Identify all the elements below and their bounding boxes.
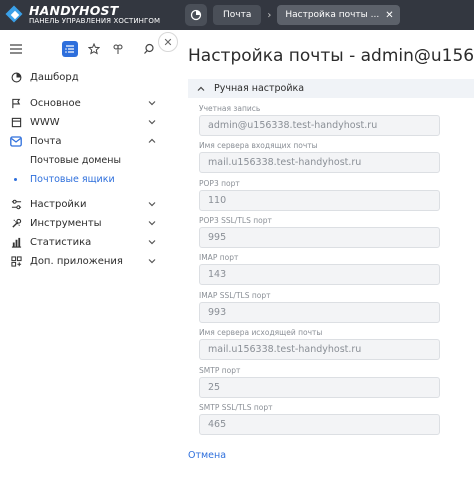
current-indicator-dot — [14, 178, 17, 181]
top-bar: HANDYHOST ПАНЕЛЬ УПРАВЛЕНИЯ ХОСТИНГОМ По… — [0, 0, 474, 30]
chevron-down-icon[interactable] — [147, 117, 157, 127]
sidebar-subitem-mailboxes[interactable]: Почтовые ящики — [0, 170, 168, 189]
chevron-down-icon[interactable] — [147, 237, 157, 247]
sidebar-toolbar — [0, 30, 168, 68]
chevron-up-icon — [197, 86, 205, 91]
field-pop3-port: POP3 порт 110 — [199, 179, 440, 211]
sidebar: Дашборд Основное WWW Почта Почтовые доме… — [0, 30, 168, 477]
apps-icon — [10, 256, 22, 268]
sidebar-subitem-mail-domains[interactable]: Почтовые домены — [0, 151, 168, 170]
page-title: Настройка почты - admin@u156338.test-han… — [188, 46, 474, 66]
flag-icon — [10, 98, 22, 110]
sidebar-item-apps[interactable]: Доп. приложения — [0, 252, 168, 271]
dashboard-icon — [10, 72, 22, 84]
account-input[interactable]: admin@u156338.test-handyhost.ru — [199, 115, 440, 136]
breadcrumb-mail-settings[interactable]: Настройка почты ... ✕ — [277, 5, 400, 25]
sidebar-item-settings[interactable]: Настройки — [0, 195, 168, 214]
logo-title: HANDYHOST — [29, 2, 119, 18]
dashboard-icon — [190, 9, 202, 21]
incoming-server-input[interactable]: mail.u156338.test-handyhost.ru — [199, 152, 440, 173]
chevron-down-icon[interactable] — [147, 256, 157, 266]
pin-icon[interactable] — [110, 41, 126, 57]
pop3-port-input[interactable]: 110 — [199, 190, 440, 211]
section-manual-settings[interactable]: Ручная настройка — [188, 79, 474, 98]
chevron-down-icon[interactable] — [147, 199, 157, 209]
field-imap-ssl-port: IMAP SSL/TLS порт 993 — [199, 291, 440, 323]
sidebar-item-statistics[interactable]: Статистика — [0, 233, 168, 252]
logo-mark-icon — [5, 5, 24, 24]
stats-icon — [10, 237, 22, 249]
imap-ssl-port-input[interactable]: 993 — [199, 302, 440, 323]
field-pop3-ssl-port: POP3 SSL/TLS порт 995 — [199, 216, 440, 248]
mail-icon — [10, 136, 22, 148]
sidebar-item-mail[interactable]: Почта — [0, 132, 168, 151]
field-incoming-server: Имя сервера входящих почты mail.u156338.… — [199, 141, 440, 173]
imap-port-input[interactable]: 143 — [199, 264, 440, 285]
logo[interactable]: HANDYHOST ПАНЕЛЬ УПРАВЛЕНИЯ ХОСТИНГОМ — [0, 2, 185, 26]
logo-subtitle: ПАНЕЛЬ УПРАВЛЕНИЯ ХОСТИНГОМ — [29, 17, 161, 26]
search-icon[interactable] — [141, 41, 157, 57]
tools-icon — [10, 218, 22, 230]
breadcrumb-separator-icon: › — [267, 9, 272, 21]
pop3-ssl-port-input[interactable]: 995 — [199, 227, 440, 248]
sidebar-item-dashboard[interactable]: Дашборд — [0, 68, 168, 87]
field-account: Учетная запись admin@u156338.test-handyh… — [199, 104, 440, 136]
home-button[interactable] — [185, 4, 207, 26]
field-smtp-port: SMTP порт 25 — [199, 366, 440, 398]
globe-icon — [10, 117, 22, 129]
outgoing-server-input[interactable]: mail.u156338.test-handyhost.ru — [199, 339, 440, 360]
list-view-icon[interactable] — [62, 41, 78, 57]
sidebar-item-www[interactable]: WWW — [0, 113, 168, 132]
sidebar-item-main[interactable]: Основное — [0, 94, 168, 113]
sidebar-collapse-button[interactable]: ✕ — [158, 32, 178, 52]
field-outgoing-server: Имя сервера исходящей почты mail.u156338… — [199, 328, 440, 360]
chevron-down-icon[interactable] — [147, 218, 157, 228]
chevron-up-icon[interactable] — [147, 136, 157, 146]
close-icon: ✕ — [163, 35, 173, 49]
sidebar-item-tools[interactable]: Инструменты — [0, 214, 168, 233]
close-tab-icon[interactable]: ✕ — [385, 10, 393, 21]
gear-icon — [10, 199, 22, 211]
smtp-ssl-port-input[interactable]: 465 — [199, 414, 440, 435]
smtp-port-input[interactable]: 25 — [199, 377, 440, 398]
breadcrumb-mail[interactable]: Почта — [213, 5, 262, 25]
field-smtp-ssl-port: SMTP SSL/TLS порт 465 — [199, 403, 440, 435]
field-imap-port: IMAP порт 143 — [199, 253, 440, 285]
chevron-down-icon[interactable] — [147, 98, 157, 108]
main-content: Настройка почты - admin@u156338.test-han… — [175, 30, 474, 477]
cancel-link[interactable]: Отмена — [188, 450, 226, 461]
favorites-star-icon[interactable] — [86, 41, 102, 57]
hamburger-menu-icon[interactable] — [8, 41, 24, 57]
